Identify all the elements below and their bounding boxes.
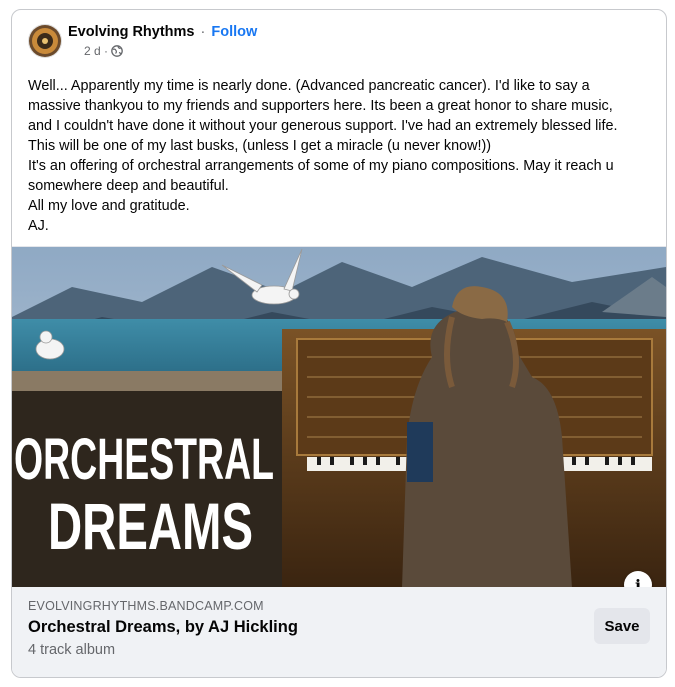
name-separator: · [200, 24, 206, 40]
album-title-line-1: ORCHESTRAL [14, 427, 274, 492]
link-preview[interactable]: EVOLVINGRHYTHMS.BANDCAMP.COM Orchestral … [12, 587, 666, 677]
page-avatar[interactable] [28, 24, 62, 58]
post-line: massive thankyou to my friends and suppo… [28, 98, 613, 114]
post-line: AJ. [28, 218, 49, 234]
save-button[interactable]: Save [594, 608, 650, 644]
post-line: and I couldn't have done it without your… [28, 118, 618, 134]
post-line: This will be one of my last busks, (unle… [28, 138, 492, 154]
page-name[interactable]: Evolving Rhythms [68, 24, 195, 40]
link-subtitle: 4 track album [28, 642, 116, 658]
post-body: Well... Apparently my time is nearly don… [28, 76, 653, 236]
post-line: All my love and gratitude. [28, 198, 190, 214]
post-card: Evolving Rhythms · Follow 2 d · Well... … [11, 9, 667, 678]
link-title[interactable]: Orchestral Dreams, by AJ Hickling [28, 618, 298, 637]
follow-button[interactable]: Follow [211, 24, 257, 40]
globe-icon [111, 45, 123, 57]
post-line: Well... Apparently my time is nearly don… [28, 78, 590, 94]
link-domain: EVOLVINGRHYTHMS.BANDCAMP.COM [28, 599, 264, 613]
post-line: somewhere deep and beautiful. [28, 178, 229, 194]
post-line: It's an offering of orchestral arrangeme… [28, 158, 614, 174]
post-meta: 2 d · [84, 44, 123, 58]
timestamp[interactable]: 2 d · [84, 44, 108, 58]
album-cover-image[interactable]: ORCHESTRAL DREAMS [12, 246, 666, 588]
page-name-line: Evolving Rhythms · Follow [68, 24, 257, 40]
album-title-line-2: DREAMS [48, 489, 253, 563]
